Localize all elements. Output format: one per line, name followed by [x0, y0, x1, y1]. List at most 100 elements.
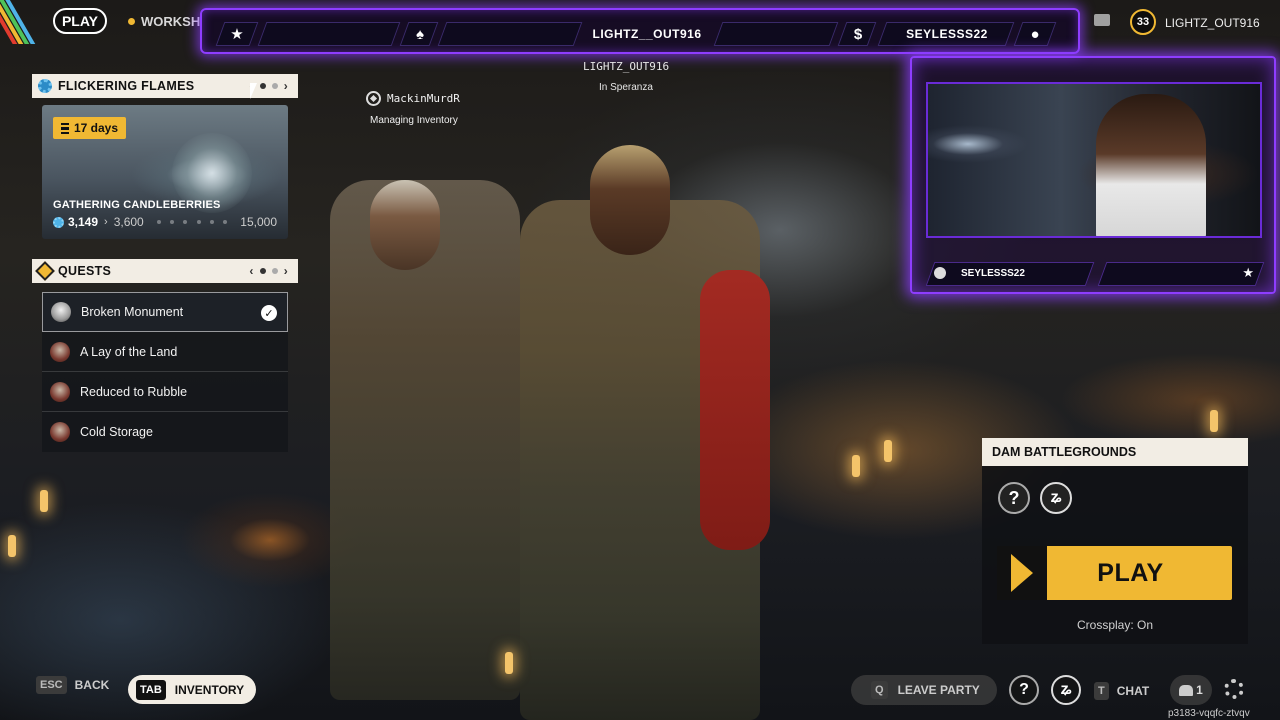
character-right-arm	[700, 270, 770, 550]
candle	[40, 490, 48, 512]
star-icon: ★	[230, 26, 244, 43]
candle	[1210, 410, 1218, 432]
stream-right-name: SEYLESSS22	[906, 27, 988, 41]
streamer-image	[1096, 94, 1206, 236]
crown-icon	[366, 91, 381, 106]
candle	[505, 652, 513, 674]
chevron-right-icon[interactable]: ›	[284, 264, 288, 278]
inventory-button[interactable]: TAB INVENTORY	[128, 675, 256, 704]
chat-label: CHAT	[1116, 684, 1150, 698]
back-label: BACK	[74, 678, 110, 692]
workshop-tab[interactable]: WORKSH	[128, 14, 200, 29]
teammate-name: MackinMurdR	[387, 92, 460, 105]
play-button-label: PLAY	[1097, 558, 1164, 587]
workshop-label: WORKSH	[141, 14, 201, 29]
webcam-nameplate: SEYLESSS22 ★	[925, 262, 1265, 286]
quest-item[interactable]: Cold Storage	[42, 412, 288, 452]
tab-key: TAB	[136, 679, 166, 700]
stream-center-name: LIGHTZ__OUT916	[592, 27, 702, 41]
candle	[8, 535, 16, 557]
quest-item[interactable]: A Lay of the Land	[42, 332, 288, 372]
character-right	[520, 200, 760, 720]
leave-party-label: LEAVE PARTY	[897, 683, 980, 697]
event-progress: 3,149 › 3,600 15,000	[53, 215, 277, 229]
player-name[interactable]: LIGHTZ_OUT916	[1165, 16, 1260, 30]
quest-giver-avatar	[51, 302, 71, 322]
days-remaining: 17 days	[74, 121, 119, 135]
settings-gear-icon[interactable]	[1224, 679, 1244, 699]
workshop-dot-icon	[128, 18, 135, 25]
flame-icon: ♠	[416, 25, 424, 43]
event-header: FLICKERING FLAMES ‹ ›	[32, 74, 298, 98]
party-icon	[1179, 684, 1194, 696]
dollar-icon: $	[853, 25, 863, 43]
progress-next: 3,600	[113, 215, 144, 229]
party-button[interactable]: 1	[1170, 675, 1212, 705]
chevron-right-icon: ›	[104, 216, 108, 228]
hourglass-icon	[61, 122, 69, 134]
crossplay-status: Crossplay: On	[1076, 618, 1154, 632]
chevron-left-icon[interactable]: ‹	[249, 264, 253, 278]
currency-gear-icon	[53, 216, 64, 228]
snake-emblem-icon[interactable]: ʑ	[1051, 675, 1081, 705]
quests-pager[interactable]: ‹ ›	[249, 264, 288, 278]
inventory-label: INVENTORY	[174, 682, 245, 697]
progress-max: 15,000	[240, 215, 277, 229]
character-left	[330, 180, 520, 700]
q-key: Q	[871, 681, 888, 699]
t-key: T	[1094, 682, 1109, 700]
mouse-cursor-icon	[250, 83, 257, 99]
lobby-player-name: LIGHTZ_OUT916	[583, 60, 670, 73]
event-card[interactable]: 17 days GATHERING CANDLEBERRIES 3,149 › …	[42, 105, 288, 239]
candle	[884, 440, 892, 462]
quest-giver-avatar	[50, 381, 70, 402]
quests-header: QUESTS ‹ ›	[32, 259, 298, 283]
quest-item[interactable]: Broken Monument ✓	[42, 292, 288, 332]
mail-icon[interactable]	[1094, 14, 1110, 26]
checkmark-icon: ✓	[261, 305, 277, 321]
candle	[852, 455, 860, 477]
play-chevron-icon	[1011, 554, 1033, 592]
leave-party-button[interactable]: Q LEAVE PARTY	[851, 675, 997, 705]
back-control[interactable]: ESC BACK	[36, 676, 109, 694]
esc-key: ESC	[36, 676, 67, 694]
level-badge: 33	[1130, 9, 1156, 35]
quests-title: QUESTS	[58, 264, 112, 278]
chevron-right-icon[interactable]: ›	[284, 79, 288, 93]
rainbow-stripes	[0, 0, 42, 44]
snake-emblem-icon[interactable]: ʑ	[1040, 482, 1072, 514]
user-icon	[934, 267, 946, 279]
star-icon: ★	[1242, 265, 1254, 280]
user-icon: ●	[1030, 25, 1040, 43]
progress-dots	[144, 220, 241, 224]
top-play-button[interactable]: PLAY	[53, 8, 107, 34]
quest-diamond-icon	[35, 261, 55, 281]
help-button[interactable]: ?	[998, 482, 1030, 514]
days-remaining-badge: 17 days	[53, 117, 127, 139]
character-right-head	[590, 145, 670, 255]
party-count: 1	[1196, 683, 1203, 697]
quest-label: Broken Monument	[81, 305, 184, 319]
event-gear-icon	[38, 79, 52, 93]
quest-giver-avatar	[50, 341, 70, 362]
webcam-video	[926, 82, 1262, 238]
quest-item[interactable]: Reduced to Rubble	[42, 372, 288, 412]
game-mode-header[interactable]: DAM BATTLEGROUNDS	[982, 438, 1248, 466]
teammate-tag: MackinMurdR	[366, 91, 460, 106]
quest-list: Broken Monument ✓ A Lay of the Land Redu…	[42, 292, 288, 452]
lobby-player-location: In Speranza	[599, 82, 653, 93]
quest-giver-avatar	[50, 422, 70, 442]
event-title: FLICKERING FLAMES	[58, 79, 195, 93]
event-card-title: GATHERING CANDLEBERRIES	[53, 199, 221, 211]
teammate-status: Managing Inventory	[370, 115, 458, 126]
quest-label: Reduced to Rubble	[80, 384, 188, 399]
webcam-username: SEYLESSS22	[961, 268, 1025, 279]
quest-label: Cold Storage	[80, 425, 153, 439]
build-id: p3183-vqqfc-ztvqv	[1168, 708, 1250, 719]
play-button[interactable]: PLAY	[997, 546, 1232, 600]
progress-current: 3,149	[68, 215, 99, 229]
stream-overlay-bar: ★ ♠ LIGHTZ__OUT916 $ SEYLESSS22 ●	[200, 8, 1080, 54]
chat-button[interactable]: T CHAT	[1094, 682, 1149, 700]
character-left-head	[370, 180, 440, 270]
help-button[interactable]: ?	[1009, 675, 1039, 705]
